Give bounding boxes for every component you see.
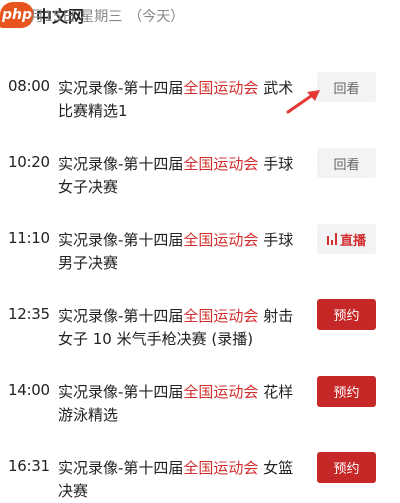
schedule-page: php 中文网 月15日 星期三 （今天） 08:00 实况录像-第十四届全国运… — [0, 0, 400, 503]
title-highlight: 全国运动会 — [183, 459, 259, 477]
title-highlight: 全国运动会 — [183, 155, 259, 173]
live-bars-icon — [326, 233, 337, 245]
title-prefix: 实况录像-第十四届 — [58, 383, 184, 401]
program-title[interactable]: 实况录像-第十四届全国运动会 女篮决赛 — [58, 457, 298, 503]
program-title[interactable]: 实况录像-第十四届全国运动会 手球女子决赛 — [58, 153, 298, 199]
program-title[interactable]: 实况录像-第十四届全国运动会 花样游泳精选 — [58, 381, 298, 427]
title-prefix: 实况录像-第十四届 — [58, 79, 184, 97]
title-prefix: 实况录像-第十四届 — [58, 231, 184, 249]
program-title[interactable]: 实况录像-第十四届全国运动会 武术比赛精选1 — [58, 77, 298, 123]
program-time: 08:00 — [8, 77, 50, 95]
reserve-button[interactable]: 预约 — [317, 452, 376, 483]
program-time: 16:31 — [8, 457, 50, 475]
live-label: 直播 — [339, 233, 366, 249]
program-title[interactable]: 实况录像-第十四届全国运动会 射击女子 10 米气手枪决赛 (录播) — [58, 305, 298, 351]
title-prefix: 实况录像-第十四届 — [58, 459, 184, 477]
title-highlight: 全国运动会 — [183, 231, 259, 249]
watermark-logo-icon: php — [0, 2, 34, 28]
reserve-button[interactable]: 预约 — [317, 299, 376, 330]
title-prefix: 实况录像-第十四届 — [58, 155, 184, 173]
title-highlight: 全国运动会 — [183, 383, 259, 401]
title-highlight: 全国运动会 — [183, 307, 259, 325]
program-time: 14:00 — [8, 381, 50, 399]
replay-button[interactable]: 回看 — [317, 72, 376, 102]
program-time: 12:35 — [8, 305, 50, 323]
live-button[interactable]: 直播 — [317, 224, 376, 254]
program-time: 10:20 — [8, 153, 50, 171]
date-header: 月15日 星期三 （今天） — [30, 4, 184, 28]
red-arrow-icon — [286, 90, 320, 114]
replay-button[interactable]: 回看 — [317, 148, 376, 178]
reserve-button[interactable]: 预约 — [317, 376, 376, 407]
program-time: 11:10 — [8, 229, 50, 247]
today-label: （今天） — [128, 9, 185, 25]
title-highlight: 全国运动会 — [183, 79, 259, 97]
program-title[interactable]: 实况录像-第十四届全国运动会 手球男子决赛 — [58, 229, 298, 275]
date-label: 月15日 星期三 — [30, 9, 123, 25]
title-prefix: 实况录像-第十四届 — [58, 307, 184, 325]
